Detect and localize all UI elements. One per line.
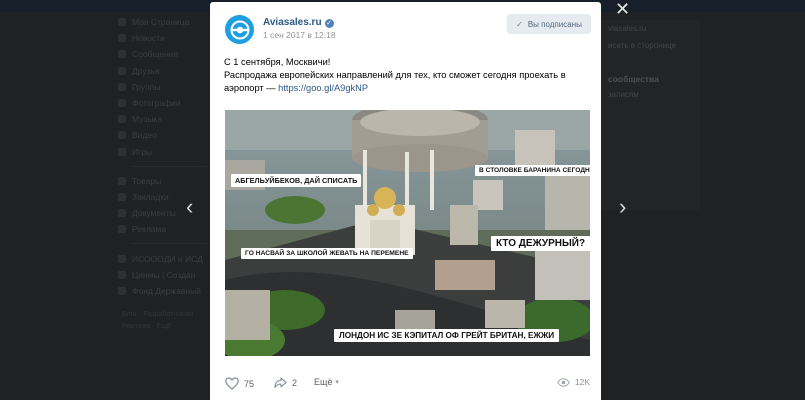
meme-caption: ГО НАСВАЙ ЗА ШКОЛОЙ ЖЕВАТЬ НА ПЕРЕМЕНЕ — [241, 248, 413, 259]
more-button[interactable]: Ещё ▾ — [314, 377, 339, 387]
author-name[interactable]: Aviasales.ru ✓ — [263, 17, 334, 28]
post-modal: Aviasales.ru ✓ 1 сен 2017 в 12:18 ✓ Вы по… — [210, 2, 601, 400]
share-button[interactable]: 2 — [274, 377, 297, 389]
meme-caption: АБГЕЛЬУЙБЕКОВ, ДАЙ СПИСАТЬ — [231, 174, 362, 187]
meme-caption: ЛОНДОН ИС ЗЕ КЭПИТАЛ ОФ ГРЕЙТ БРИТАН, ЕЖ… — [334, 329, 560, 342]
meme-caption: В СТОЛОВКЕ БАРАНИНА СЕГОДНЯ — [475, 165, 590, 176]
views-count: 12K — [574, 377, 590, 387]
arrow-left-icon[interactable]: ‹ — [186, 196, 193, 218]
check-icon: ✓ — [516, 19, 523, 29]
like-button[interactable]: 75 — [225, 377, 254, 390]
post-text-line: Распродажа европейских направлений для т… — [224, 70, 566, 80]
share-count: 2 — [292, 378, 298, 388]
post-text-line: аэропорт — https://goo.gl/A9gkNP — [224, 82, 588, 95]
post-photo[interactable]: АБГЕЛЬУЙБЕКОВ, ДАЙ СПИСАТЬ В СТОЛОВКЕ БА… — [225, 110, 590, 356]
heart-icon — [225, 377, 239, 390]
views-counter: 12K — [557, 377, 590, 387]
eye-icon — [557, 377, 570, 387]
more-label: Ещё — [314, 377, 333, 387]
post-text-line: С 1 сентября, Москвичи! — [224, 57, 331, 67]
post-actions: 75 2 Ещё ▾ 12K — [225, 377, 590, 393]
subscribe-button[interactable]: ✓ Вы подписаны — [507, 14, 591, 34]
aerial-city-image — [225, 110, 590, 356]
author-name-text[interactable]: Aviasales.ru — [263, 17, 322, 28]
avatar[interactable] — [225, 15, 254, 44]
aviasales-logo-icon — [230, 20, 249, 39]
post-link[interactable]: https://goo.gl/A9gkNP — [278, 83, 368, 93]
verified-icon: ✓ — [324, 19, 334, 28]
meme-caption: КТО ДЕЖУРНЫЙ? — [491, 236, 590, 251]
post-date[interactable]: 1 сен 2017 в 12:18 — [263, 30, 336, 40]
arrow-right-icon[interactable]: › — [619, 196, 626, 218]
chevron-down-icon: ▾ — [335, 379, 339, 386]
close-icon[interactable]: ✕ — [615, 0, 630, 18]
post-text: С 1 сентября, Москвичи! Распродажа европ… — [224, 56, 588, 95]
like-count: 75 — [244, 378, 255, 389]
post-text-fragment: аэропорт — — [224, 83, 279, 93]
subscribe-label: Вы подписаны — [527, 19, 582, 29]
share-icon — [274, 377, 287, 389]
